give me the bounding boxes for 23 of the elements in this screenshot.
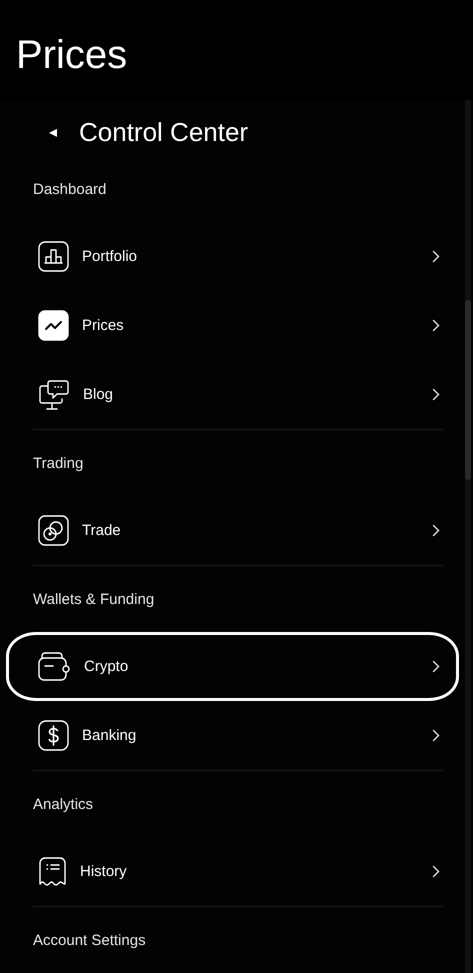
section-label: Trading: [33, 454, 84, 474]
menu-item[interactable]: Banking: [33, 701, 443, 770]
chevron-right-icon: [432, 865, 440, 878]
menu-item[interactable]: Crypto: [6, 632, 459, 701]
menu-item[interactable]: Prices: [33, 291, 443, 360]
page-title: Prices: [15, 32, 128, 79]
chevron-right-icon: [432, 250, 440, 263]
panel-title: Control Center: [79, 116, 248, 148]
section-label: Analytics: [33, 795, 94, 815]
back-button[interactable]: ◂: [33, 122, 57, 142]
menu-item[interactable]: Blog: [33, 360, 443, 429]
chevron-right-icon: [432, 319, 440, 332]
scrollbar[interactable]: [465, 100, 471, 973]
menu-item[interactable]: Trade: [33, 496, 443, 565]
chevron-right-icon: [432, 388, 440, 401]
chevron-right-icon: [432, 729, 440, 742]
section-label: Dashboard: [33, 180, 108, 200]
menu-item[interactable]: Portfolio: [33, 222, 443, 291]
chevron-right-icon: [432, 524, 440, 537]
section-label: Wallets & Funding: [33, 590, 156, 610]
menu-item[interactable]: History: [33, 837, 443, 906]
chevron-right-icon: [432, 660, 440, 673]
section-label: Account Settings: [33, 931, 147, 951]
